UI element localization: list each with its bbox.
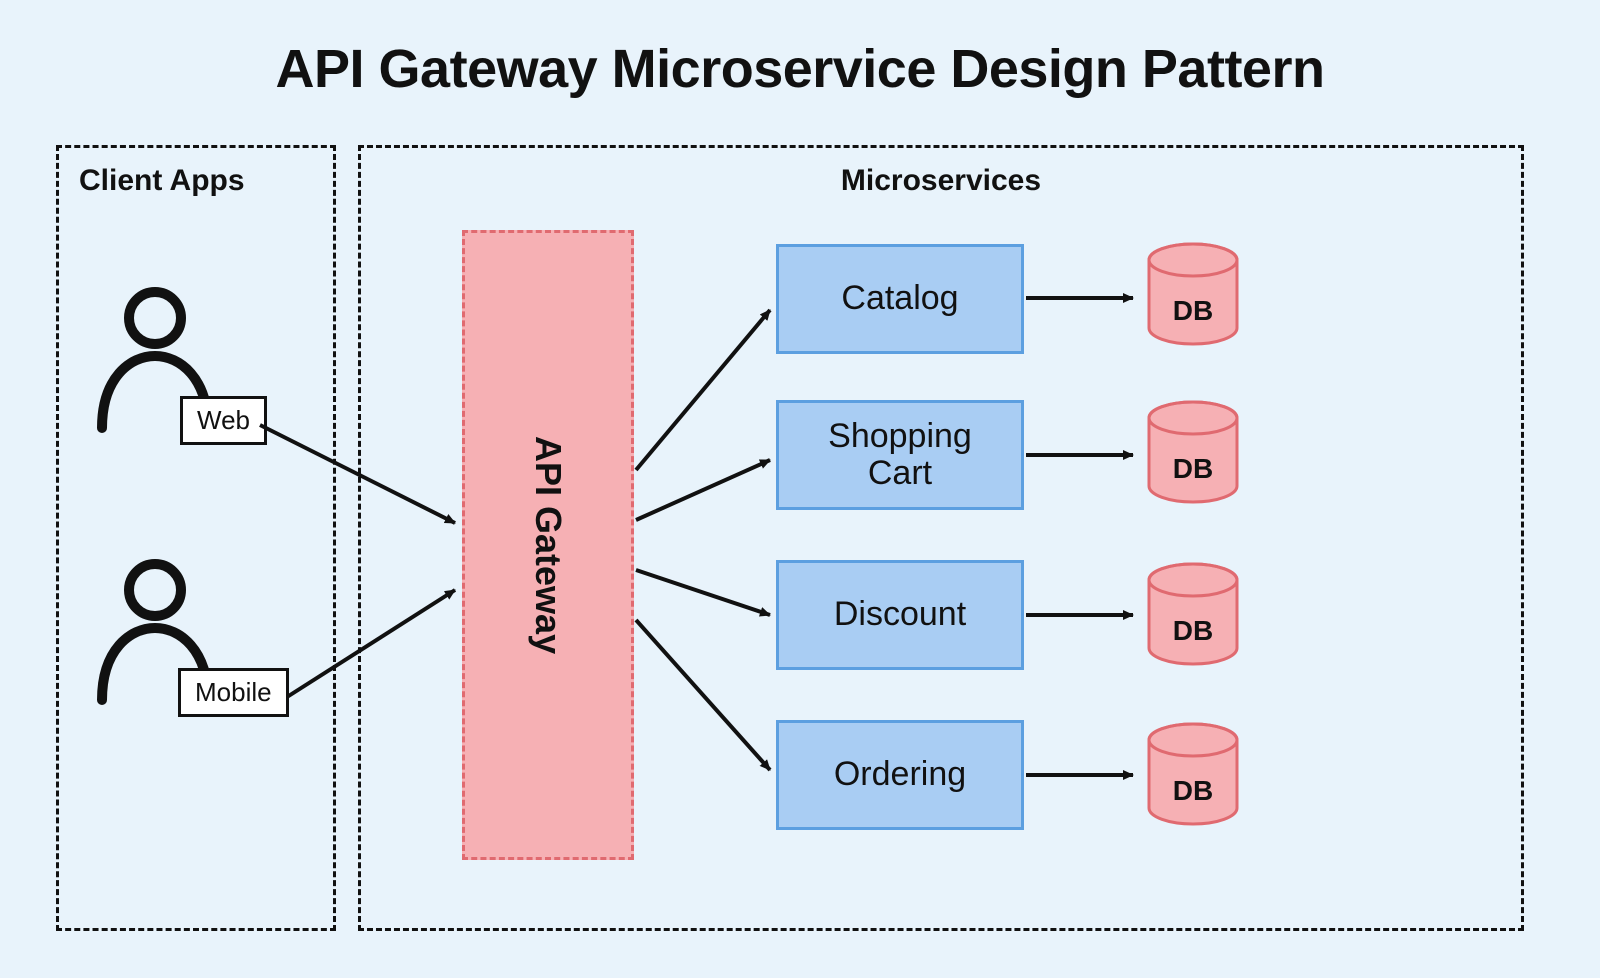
service-label: Discount	[834, 596, 966, 633]
service-discount: Discount	[776, 560, 1024, 670]
api-gateway-label: API Gateway	[527, 436, 569, 654]
db-label: DB	[1139, 775, 1247, 807]
service-shopping-cart: Shopping Cart	[776, 400, 1024, 510]
client-apps-label: Client Apps	[59, 164, 245, 198]
service-label: Catalog	[841, 280, 958, 317]
microservices-label: Microservices	[361, 164, 1521, 198]
database-icon	[1139, 240, 1247, 348]
service-label: Ordering	[834, 756, 966, 793]
db-catalog: DB	[1139, 240, 1247, 348]
db-ordering: DB	[1139, 720, 1247, 828]
db-shopping-cart: DB	[1139, 398, 1247, 506]
service-label: Shopping Cart	[828, 418, 972, 493]
client-web: Web	[80, 278, 230, 478]
client-apps-group: Client Apps	[56, 145, 336, 931]
db-label: DB	[1139, 453, 1247, 485]
db-label: DB	[1139, 295, 1247, 327]
diagram-title: API Gateway Microservice Design Pattern	[0, 38, 1600, 100]
diagram-canvas: API Gateway Microservice Design Pattern …	[0, 0, 1600, 978]
client-mobile: Mobile	[80, 550, 230, 750]
db-discount: DB	[1139, 560, 1247, 668]
service-catalog: Catalog	[776, 244, 1024, 354]
api-gateway: API Gateway	[462, 230, 634, 860]
database-icon	[1139, 720, 1247, 828]
db-label: DB	[1139, 615, 1247, 647]
client-mobile-label: Mobile	[178, 668, 289, 717]
service-ordering: Ordering	[776, 720, 1024, 830]
client-web-label: Web	[180, 396, 267, 445]
database-icon	[1139, 398, 1247, 506]
database-icon	[1139, 560, 1247, 668]
